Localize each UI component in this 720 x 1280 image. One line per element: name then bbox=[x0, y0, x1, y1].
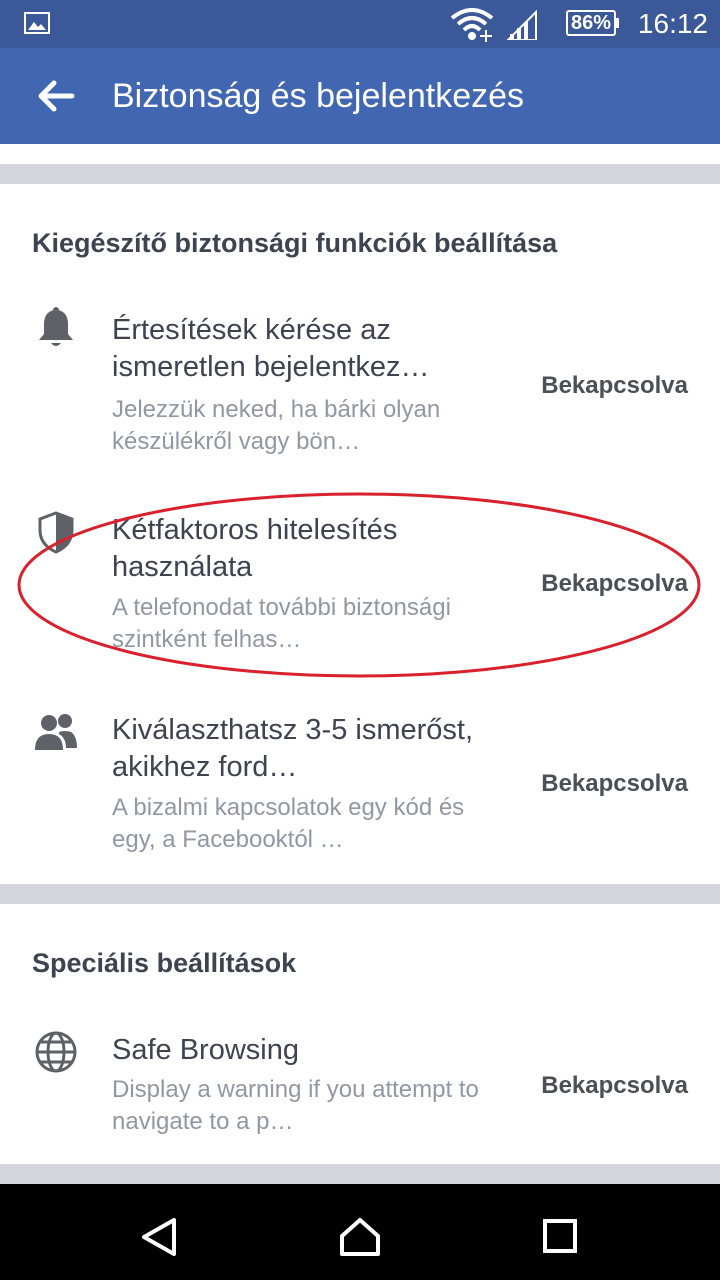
section-title-extra-security: Kiegészítő biztonsági funkciók beállítás… bbox=[32, 228, 558, 258]
wifi-icon bbox=[450, 8, 494, 42]
list-item-login-alerts[interactable]: Értesítések kérése az ismeretlen bejelen… bbox=[0, 300, 720, 480]
list-item-trusted-contacts[interactable]: Kiválaszthatsz 3-5 ismerőst, akikhez for… bbox=[0, 700, 720, 880]
status-label: Bekapcsolva bbox=[541, 570, 688, 597]
nav-recent-apps-icon[interactable] bbox=[542, 1218, 578, 1254]
section-title-advanced: Speciális beállítások bbox=[32, 948, 297, 978]
page-title: Biztonság és bejelentkezés bbox=[112, 77, 525, 115]
list-item-two-factor[interactable]: Kétfaktoros hitelesítés használata A tel… bbox=[0, 500, 720, 680]
list-item-subtitle: A telefonodat további biztonsági szintké… bbox=[112, 594, 451, 653]
cellular-signal-icon bbox=[506, 10, 537, 40]
section-divider bbox=[0, 164, 720, 184]
status-label: Bekapcsolva bbox=[541, 1072, 688, 1099]
globe-icon bbox=[35, 1031, 77, 1073]
image-notification-icon bbox=[24, 12, 50, 34]
section-divider bbox=[0, 1164, 720, 1184]
list-item-subtitle: A bizalmi kapcsolatok egy kód és egy, a … bbox=[112, 794, 465, 853]
status-label: Bekapcsolva bbox=[541, 770, 688, 797]
nav-home-icon[interactable] bbox=[338, 1214, 382, 1258]
section-divider bbox=[0, 884, 720, 904]
bell-icon bbox=[39, 307, 73, 346]
battery-level: 86% bbox=[570, 12, 612, 34]
nav-back-icon[interactable] bbox=[138, 1216, 180, 1258]
app-bar: Biztonság és bejelentkezés bbox=[0, 48, 720, 144]
list-item-title: Safe Browsing bbox=[112, 1034, 299, 1066]
status-label: Bekapcsolva bbox=[541, 372, 688, 399]
friends-icon bbox=[35, 714, 77, 750]
list-item-title: Kiválaszthatsz 3-5 ismerőst, akikhez for… bbox=[112, 714, 474, 783]
list-item-title: Kétfaktoros hitelesítés használata bbox=[112, 514, 398, 583]
clock: 16:12 bbox=[637, 8, 708, 39]
list-item-subtitle: Jelezzük neked, ha bárki olyan készülékr… bbox=[112, 396, 441, 455]
list-item-safe-browsing[interactable]: Safe Browsing Display a warning if you a… bbox=[0, 1020, 720, 1160]
list-item-subtitle: Display a warning if you attempt to navi… bbox=[112, 1076, 479, 1135]
list-item-title: Értesítések kérése az ismeretlen bejelen… bbox=[112, 314, 430, 383]
shield-icon bbox=[38, 511, 74, 554]
status-bar: 86% 16:12 bbox=[0, 0, 720, 48]
battery-indicator: 86% bbox=[566, 10, 620, 36]
arrow-left-icon[interactable] bbox=[36, 76, 76, 116]
